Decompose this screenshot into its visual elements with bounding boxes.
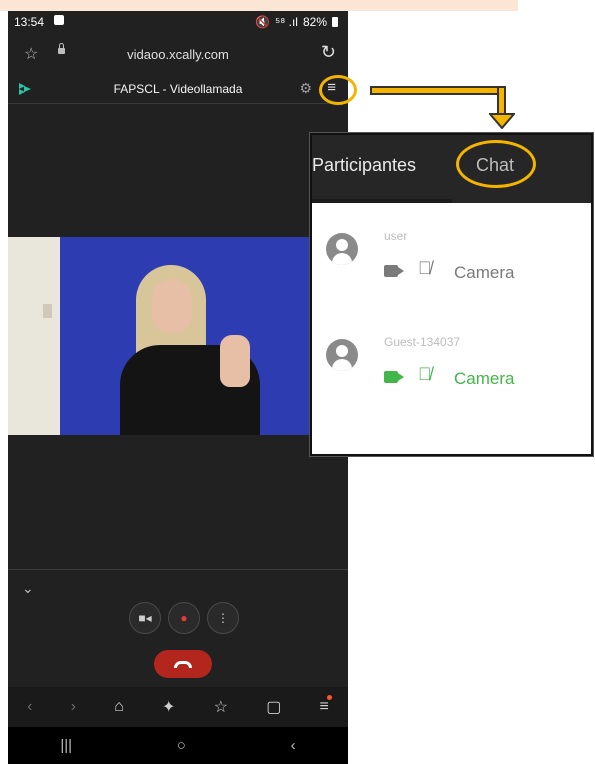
participant-row: user 🎙̸ Camera bbox=[312, 225, 591, 315]
phone-screen: 13:54 🔇 ⁵⁸ .ıl 82% ☆ vidaoo.xcally.com ↻… bbox=[8, 11, 348, 764]
page-title: FAPSCL - Videollamada bbox=[113, 82, 243, 96]
annotation-arrow-horizontal bbox=[370, 86, 506, 95]
video-camera-icon bbox=[384, 371, 404, 383]
annotation-arrow-vertical bbox=[497, 86, 506, 116]
participant-source-label: Camera bbox=[454, 263, 515, 282]
avatar bbox=[326, 233, 358, 265]
battery-text: 82% bbox=[302, 15, 327, 29]
video-wall bbox=[8, 237, 60, 435]
panel-tabs: Participantes Chat bbox=[312, 135, 591, 203]
menu-highlight-ring bbox=[319, 75, 357, 105]
hangup-button[interactable] bbox=[154, 650, 212, 678]
browser-toolbar: ‹ › ⌂ ✦ ☆ ▢ ≡ bbox=[8, 687, 348, 727]
battery-icon bbox=[332, 17, 338, 27]
recent-apps-icon[interactable]: ||| bbox=[60, 737, 72, 754]
video-wall-plate bbox=[43, 304, 52, 318]
phone-hangup-icon bbox=[174, 660, 192, 668]
status-right-group: 🔇 ⁵⁸ .ıl 82% bbox=[255, 15, 338, 29]
status-bar: 13:54 🔇 ⁵⁸ .ıl 82% bbox=[8, 11, 348, 31]
image-notification-icon bbox=[54, 15, 64, 25]
back-icon[interactable]: ‹ bbox=[27, 698, 32, 716]
remote-video bbox=[8, 237, 348, 435]
avatar bbox=[326, 339, 358, 371]
participants-panel-zoom: Participantes Chat user 🎙̸ Camera Guest-… bbox=[310, 133, 593, 456]
app-header: FAPSCL - Videollamada ⚙ ≡ bbox=[8, 75, 348, 104]
notification-dot bbox=[326, 695, 332, 700]
participant-source-label: Camera bbox=[454, 369, 515, 388]
more-vertical-icon: ⋮ bbox=[217, 611, 229, 625]
video-camera-icon: ■◂ bbox=[138, 611, 152, 625]
participant-row: Guest-134037 🎙̸ Camera bbox=[312, 331, 591, 421]
annotation-arrow-head bbox=[489, 113, 515, 129]
home-icon[interactable]: ⌂ bbox=[114, 698, 124, 716]
sparkle-icon[interactable]: ✦ bbox=[162, 697, 175, 717]
video-person-face bbox=[152, 279, 192, 333]
more-options-button[interactable]: ⋮ bbox=[207, 602, 239, 634]
url-text[interactable]: vidaoo.xcally.com bbox=[8, 47, 348, 62]
camera-toggle-button[interactable]: ■◂ bbox=[129, 602, 161, 634]
browser-url-bar: ☆ vidaoo.xcally.com ↻ bbox=[8, 39, 348, 69]
tabs-icon[interactable]: ▢ bbox=[266, 697, 281, 717]
microphone-toggle-button[interactable]: ● bbox=[168, 602, 200, 634]
forward-icon[interactable]: › bbox=[71, 698, 76, 716]
participant-name: user bbox=[384, 229, 408, 243]
tab-participants[interactable]: Participantes bbox=[312, 155, 416, 176]
android-home-icon[interactable]: ○ bbox=[177, 737, 186, 754]
video-person-hand bbox=[220, 335, 250, 387]
participant-name: Guest-134037 bbox=[384, 335, 461, 349]
chevron-down-icon[interactable]: ⌄ bbox=[22, 580, 34, 597]
status-time: 13:54 bbox=[14, 15, 45, 29]
microphone-icon: ● bbox=[180, 611, 188, 625]
microphone-muted-icon: 🎙̸ bbox=[418, 364, 432, 384]
reload-icon[interactable]: ↻ bbox=[321, 42, 336, 63]
gear-icon[interactable]: ⚙ bbox=[299, 80, 312, 97]
video-camera-icon bbox=[384, 265, 404, 277]
chat-highlight-ring bbox=[456, 140, 536, 188]
microphone-muted-icon: 🎙̸ bbox=[418, 258, 432, 278]
active-tab-underline bbox=[312, 199, 452, 203]
browser-menu-icon[interactable]: ≡ bbox=[320, 695, 332, 716]
bookmarks-icon[interactable]: ☆ bbox=[214, 697, 228, 717]
screenshot-top-band bbox=[0, 0, 518, 11]
call-controls-panel: ⌄ ■◂ ● ⋮ bbox=[8, 569, 348, 688]
android-back-icon[interactable]: ‹ bbox=[291, 737, 296, 754]
mute-icon: 🔇 bbox=[255, 15, 271, 29]
signal-text: ⁵⁸ .ıl bbox=[275, 15, 298, 29]
android-nav-bar: ||| ○ ‹ bbox=[8, 727, 348, 764]
